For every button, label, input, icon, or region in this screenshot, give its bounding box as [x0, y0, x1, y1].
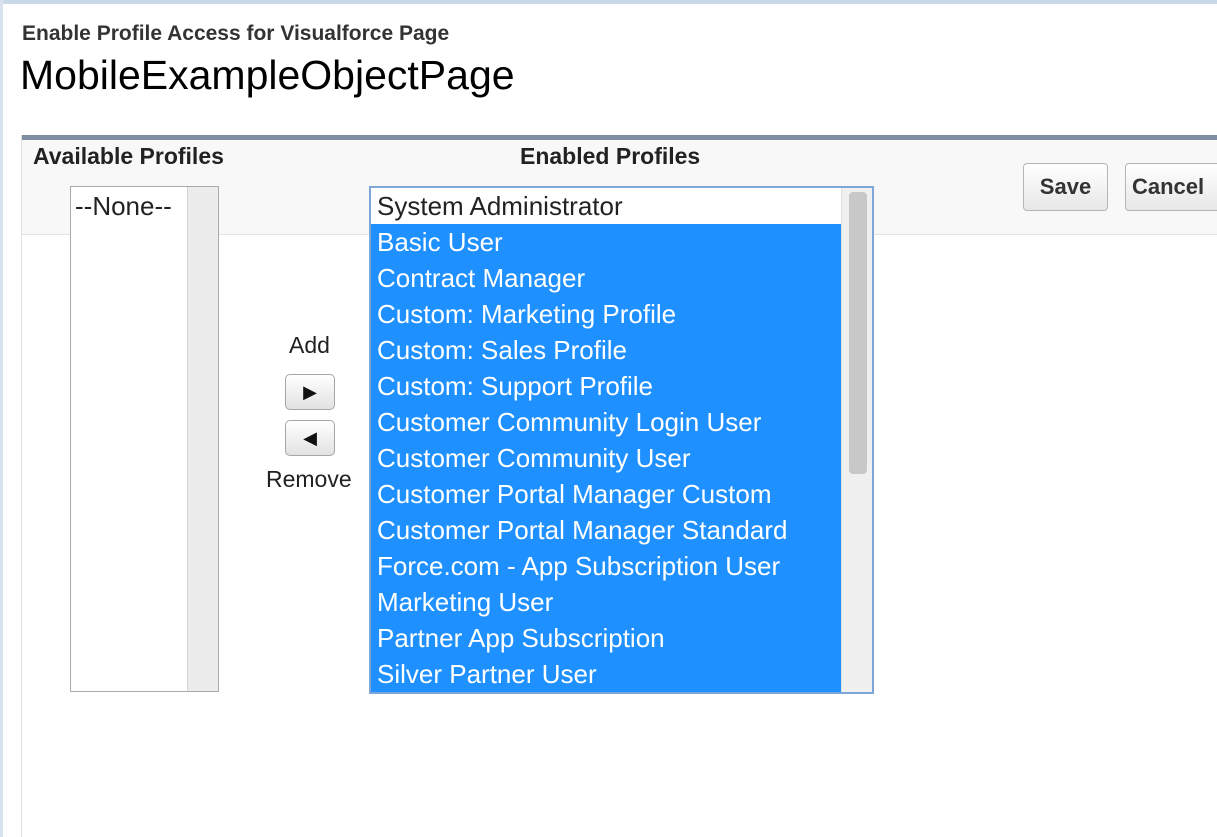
- remove-label: Remove: [266, 466, 352, 492]
- enabled-option[interactable]: Marketing User: [371, 584, 841, 620]
- available-profiles-listbox[interactable]: --None--: [70, 186, 219, 692]
- add-label: Add: [289, 332, 330, 358]
- enabled-option[interactable]: Customer Portal Manager Custom: [371, 476, 841, 512]
- enabled-option[interactable]: Custom: Support Profile: [371, 368, 841, 404]
- enabled-option[interactable]: Custom: Marketing Profile: [371, 296, 841, 332]
- available-option-none[interactable]: --None--: [75, 191, 172, 222]
- enabled-option[interactable]: Force.com - App Subscription User: [371, 548, 841, 584]
- cancel-button[interactable]: Cancel: [1125, 163, 1217, 211]
- enabled-option[interactable]: Contract Manager: [371, 260, 841, 296]
- enabled-option[interactable]: Silver Partner User: [371, 656, 841, 692]
- enabled-profiles-listbox[interactable]: System Administrator Basic User Contract M…: [369, 186, 874, 694]
- enabled-options: System Administrator Basic User Contract M…: [371, 188, 841, 692]
- enabled-option[interactable]: Customer Portal Manager Standard: [371, 512, 841, 548]
- available-scrollbar[interactable]: [187, 187, 218, 691]
- enabled-option[interactable]: Customer Community User: [371, 440, 841, 476]
- enabled-option[interactable]: Basic User: [371, 224, 841, 260]
- panel-header-bar: [22, 135, 1217, 140]
- add-button[interactable]: ▶: [285, 374, 335, 410]
- remove-button[interactable]: ◀: [285, 420, 335, 456]
- window-top-border: [0, 0, 1217, 4]
- enabled-profiles-label: Enabled Profiles: [520, 143, 701, 169]
- enabled-scrollbar[interactable]: [841, 188, 872, 692]
- triangle-left-icon: ◀: [303, 428, 317, 448]
- page-subtitle: Enable Profile Access for Visualforce Pa…: [22, 22, 450, 45]
- enabled-scrollbar-thumb[interactable]: [849, 192, 867, 474]
- save-button[interactable]: Save: [1023, 163, 1108, 211]
- triangle-right-icon: ▶: [303, 382, 317, 402]
- enabled-option[interactable]: System Administrator: [371, 188, 841, 224]
- available-profiles-label: Available Profiles: [33, 143, 224, 169]
- window-left-border: [0, 0, 3, 837]
- page-title: MobileExampleObjectPage: [20, 52, 515, 98]
- enabled-option[interactable]: Partner App Subscription: [371, 620, 841, 656]
- enabled-option[interactable]: Custom: Sales Profile: [371, 332, 841, 368]
- enabled-option[interactable]: Customer Community Login User: [371, 404, 841, 440]
